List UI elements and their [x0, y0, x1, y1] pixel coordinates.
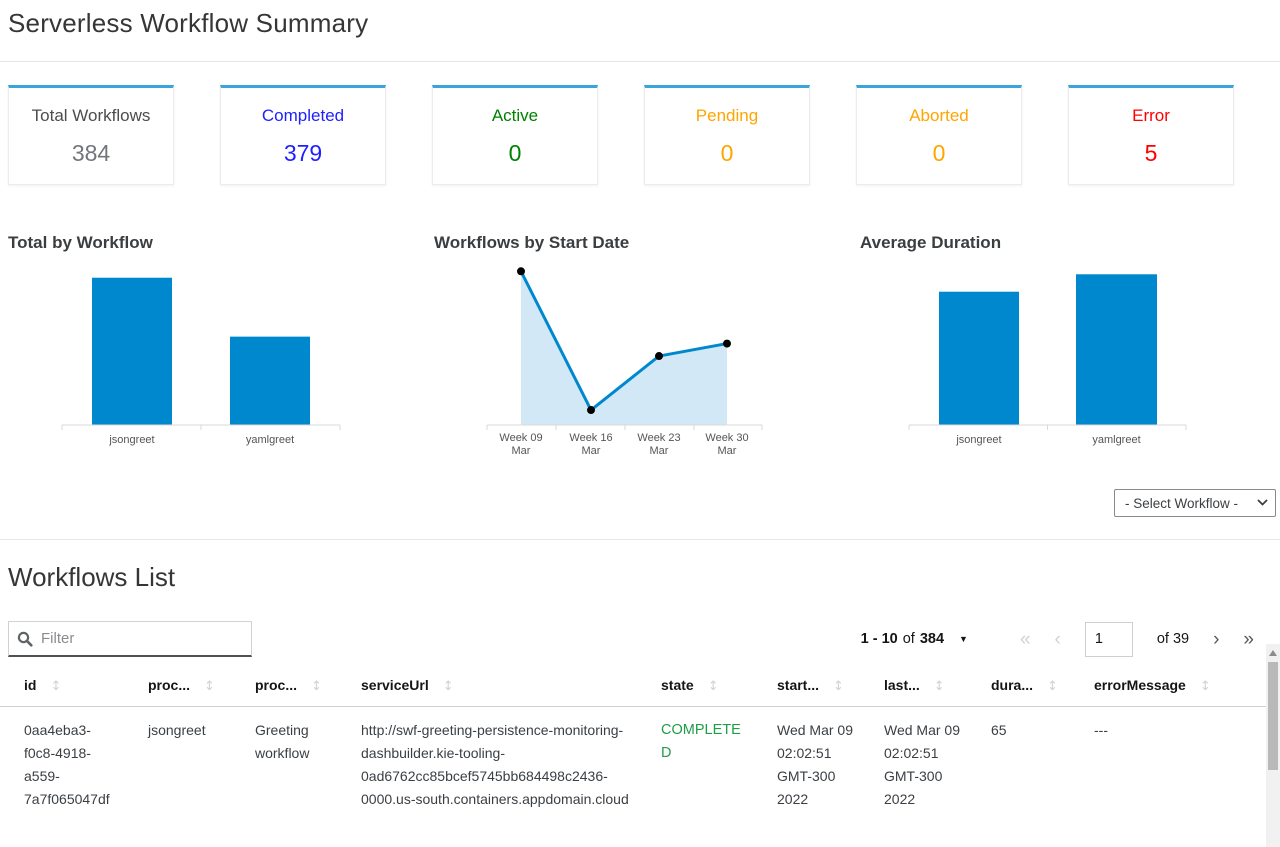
workflows-list-title: Workflows List	[0, 540, 1280, 593]
workflow-select-row: - Select Workflow -	[0, 489, 1276, 517]
chart-workflows-by-start-date: Workflows by Start Date Week 09MarWeek 1…	[426, 233, 852, 463]
metric-card-active: Active 0	[432, 85, 598, 185]
sort-icon[interactable]: ↕	[1200, 679, 1211, 694]
svg-text:Mar: Mar	[718, 445, 737, 457]
metric-card-pending: Pending 0	[644, 85, 810, 185]
chart-title: Average Duration	[852, 233, 1278, 253]
area-chart-workflows-by-start-date: Week 09MarWeek 16MarWeek 23MarWeek 30Mar	[426, 263, 852, 463]
cell-last-update: Wed Mar 09 02:02:51 GMT-300 2022	[860, 707, 967, 822]
scrollbar-thumb[interactable]	[1268, 662, 1278, 770]
filter-box[interactable]	[8, 621, 252, 657]
workflow-select[interactable]: - Select Workflow -	[1114, 489, 1276, 517]
cell-state: COMPLETED	[637, 707, 753, 822]
sort-icon[interactable]: ↕	[50, 679, 61, 694]
metric-value: 0	[721, 140, 734, 167]
table-header-row: id↕ proc...↕ proc...↕ serviceUrl↕ state↕…	[0, 667, 1266, 707]
page-number-input[interactable]	[1085, 622, 1133, 657]
workflow-select-wrap: - Select Workflow -	[1114, 489, 1276, 517]
metric-label: Aborted	[909, 106, 969, 126]
previous-page-button[interactable]: ‹	[1055, 630, 1061, 649]
svg-text:Week 09: Week 09	[499, 432, 542, 444]
cell-start: Wed Mar 09 02:02:51 GMT-300 2022	[753, 707, 860, 822]
bar-chart-total-by-workflow: jsongreet yamlgreet	[0, 263, 426, 463]
metric-value: 0	[509, 140, 522, 167]
bar-chart-average-duration: jsongreet yamlgreet	[852, 263, 1278, 463]
sort-icon[interactable]: ↕	[204, 679, 215, 694]
chart-total-by-workflow: Total by Workflow jsongreet yamlgreet	[0, 233, 426, 463]
sort-icon[interactable]: ↕	[708, 679, 719, 694]
page-title: Serverless Workflow Summary	[8, 6, 1272, 39]
last-page-button[interactable]: »	[1243, 630, 1254, 649]
sort-icon[interactable]: ↕	[934, 679, 945, 694]
column-header-process-id[interactable]: proc...↕	[124, 667, 231, 707]
svg-text:yamlgreet: yamlgreet	[1092, 434, 1140, 446]
pagination-of-label: of	[903, 631, 915, 647]
column-header-process-name[interactable]: proc...↕	[231, 667, 337, 707]
cell-duration: 65	[967, 707, 1070, 822]
scrollbar-up-arrow-icon[interactable]	[1269, 650, 1277, 656]
svg-text:Mar: Mar	[650, 445, 669, 457]
charts-row: Total by Workflow jsongreet yamlgreet Wor…	[0, 233, 1280, 463]
pagination-total: 384	[920, 631, 944, 647]
column-header-last-update[interactable]: last...↕	[860, 667, 967, 707]
metric-label: Completed	[262, 106, 344, 126]
sort-icon[interactable]: ↕	[311, 679, 322, 694]
filter-input[interactable]	[41, 630, 243, 647]
svg-text:Mar: Mar	[512, 445, 531, 457]
metric-value: 0	[933, 140, 946, 167]
svg-text:jsongreet: jsongreet	[955, 434, 1001, 446]
metric-label: Error	[1132, 106, 1170, 126]
metric-label: Active	[492, 106, 538, 126]
table-row[interactable]: 0aa4eba3-f0c8-4918-a559-7a7f065047df jso…	[0, 707, 1266, 822]
svg-text:Week 16: Week 16	[569, 432, 612, 444]
metric-card-aborted: Aborted 0	[856, 85, 1022, 185]
pagination-range: 1 - 10	[861, 631, 898, 647]
svg-text:Week 30: Week 30	[705, 432, 748, 444]
table-scrollbar[interactable]	[1266, 644, 1280, 847]
svg-text:yamlgreet: yamlgreet	[246, 434, 294, 446]
sort-icon[interactable]: ↕	[443, 679, 454, 694]
metric-label: Pending	[696, 106, 758, 126]
cell-process-id: jsongreet	[124, 707, 231, 822]
table-toolbar: 1 - 10 of 384 ▼ « ‹ of 39 › »	[8, 621, 1280, 657]
chart-title: Workflows by Start Date	[426, 233, 852, 253]
column-header-id[interactable]: id↕	[0, 667, 124, 707]
metrics-row: Total Workflows 384 Completed 379 Active…	[0, 62, 1280, 185]
metric-card-completed: Completed 379	[220, 85, 386, 185]
first-page-button[interactable]: «	[1020, 630, 1031, 649]
chart-title: Total by Workflow	[0, 233, 426, 253]
pagination-nav: « ‹ of 39 › »	[1020, 622, 1254, 657]
svg-text:jsongreet: jsongreet	[108, 434, 154, 446]
search-icon	[17, 631, 33, 647]
pagination-range-dropdown[interactable]: 1 - 10 of 384 ▼	[861, 631, 968, 647]
page-header: Serverless Workflow Summary	[0, 0, 1280, 62]
metric-card-error: Error 5	[1068, 85, 1234, 185]
metric-value: 5	[1145, 140, 1158, 167]
column-header-service-url[interactable]: serviceUrl↕	[337, 667, 637, 707]
column-header-duration[interactable]: dura...↕	[967, 667, 1070, 707]
column-header-state[interactable]: state↕	[637, 667, 753, 707]
svg-text:Mar: Mar	[582, 445, 601, 457]
metric-label: Total Workflows	[32, 106, 151, 126]
cell-process-name: Greeting workflow	[231, 707, 337, 822]
metric-card-total-workflows: Total Workflows 384	[8, 85, 174, 185]
metric-value: 379	[284, 140, 322, 167]
cell-error-message: ---	[1070, 707, 1266, 822]
column-header-start[interactable]: start...↕	[753, 667, 860, 707]
sort-icon[interactable]: ↕	[1047, 679, 1058, 694]
svg-text:Week 23: Week 23	[637, 432, 680, 444]
chart-average-duration: Average Duration jsongreet yamlgreet	[852, 233, 1278, 463]
column-header-error-message[interactable]: errorMessage↕	[1070, 667, 1266, 707]
cell-service-url: http://swf-greeting-persistence-monitori…	[337, 707, 637, 822]
sort-icon[interactable]: ↕	[833, 679, 844, 694]
workflows-table: id↕ proc...↕ proc...↕ serviceUrl↕ state↕…	[0, 667, 1266, 821]
next-page-button[interactable]: ›	[1213, 630, 1219, 649]
total-pages-label: of 39	[1157, 631, 1189, 647]
cell-id: 0aa4eba3-f0c8-4918-a559-7a7f065047df	[0, 707, 124, 822]
caret-down-icon[interactable]: ▼	[959, 634, 968, 644]
metric-value: 384	[72, 140, 110, 167]
